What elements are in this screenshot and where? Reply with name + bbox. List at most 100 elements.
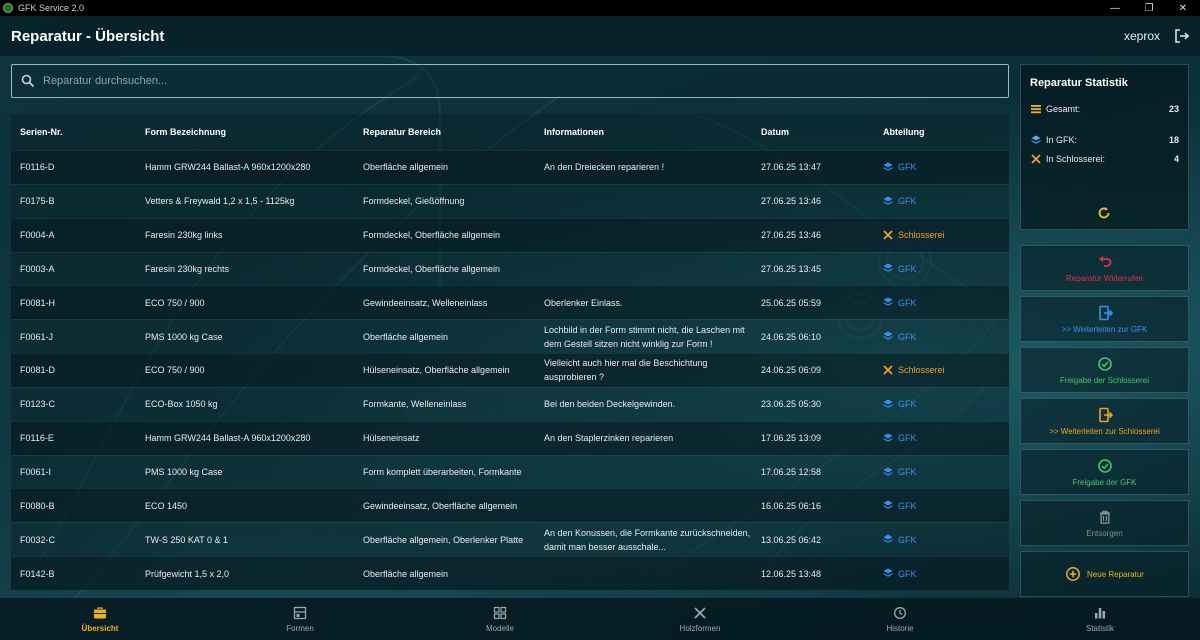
cell-info: An den Dreiecken reparieren ! (544, 162, 665, 173)
cell-area: Hülseneinsatz, Oberfläche allgemein (363, 365, 510, 376)
layers-icon (883, 433, 894, 444)
column-header-area[interactable]: Reparatur Bereich (354, 127, 535, 137)
cell-dept: GFK (875, 297, 989, 308)
table-row[interactable]: F0032-C TW-S 250 KAT 0 & 1 Oberfläche al… (11, 522, 1009, 556)
dept-label: Schlosserei (898, 365, 945, 376)
action-label: Freigabe der Schlosserei (1060, 375, 1149, 385)
undo-icon (1097, 254, 1113, 270)
cell-form: PMS 1000 kg Case (145, 331, 223, 342)
stats-title: Reparatur Statistik (1030, 77, 1128, 89)
tools-icon (1031, 154, 1041, 164)
release-schlosserei-button[interactable]: Freigabe der Schlosserei (1020, 347, 1189, 393)
table-row[interactable]: F0061-J PMS 1000 kg Case Oberfläche allg… (11, 319, 1009, 353)
cell-form: ECO 750 / 900 (145, 297, 205, 308)
cell-area: Formdeckel, Oberfläche allgemein (363, 230, 501, 241)
cell-date: 24.06.25 06:10 (761, 331, 822, 342)
window-titlebar: GFK Service 2.0 — ❐ ✕ (0, 0, 1200, 16)
dept-label: GFK (898, 162, 917, 173)
nav-label: Historie (886, 623, 914, 633)
table-row[interactable]: F0080-B ECO 1450 Gewindeeinsatz, Oberflä… (11, 488, 1009, 523)
column-header-serial[interactable]: Serien-Nr. (11, 127, 136, 137)
cell-date: 13.06.25 06:42 (761, 534, 822, 545)
logout-button[interactable] (1172, 26, 1192, 46)
action-label: Reparatur Widerrufen (1066, 273, 1143, 283)
cell-area: Gewindeeinsatz, Oberfläche allgemein (363, 500, 518, 511)
cell-serial: F0003-A (20, 263, 55, 274)
refresh-icon[interactable] (1097, 206, 1111, 220)
table-row[interactable]: F0116-D Hamm GRW244 Ballast-A 960x1200x2… (11, 150, 1009, 184)
cell-date: 17.06.25 12:58 (761, 467, 822, 478)
cell-area: Gewindeeinsatz, Welleneinlass (363, 297, 488, 308)
cell-info: Bei den beiden Deckelgewinden. (544, 399, 676, 410)
table-row[interactable]: F0123-C ECO-Box 1050 kg Formkante, Welle… (11, 386, 1009, 421)
models-icon (493, 606, 507, 620)
cell-area: Form komplett überarbeiten, Formkante (363, 467, 522, 478)
dept-label: GFK (898, 500, 917, 511)
column-header-form[interactable]: Form Bezeichnung (136, 127, 354, 137)
cell-dept: GFK (875, 331, 989, 342)
column-header-dept[interactable]: Abteilung (875, 127, 989, 137)
cell-date: 12.06.25 13:48 (761, 568, 822, 579)
cell-area: Oberfläche allgemein (363, 568, 449, 579)
table-row[interactable]: F0081-D ECO 750 / 900 Hülseneinsatz, Obe… (11, 353, 1009, 387)
nav-modelle[interactable]: Modelle (400, 598, 600, 640)
nav-uebersicht[interactable]: Übersicht (0, 598, 200, 640)
bottom-navigation: Übersicht Formen Modelle Holzformen Hist… (0, 598, 1200, 640)
cell-date: 25.06.25 05:59 (761, 297, 822, 308)
nav-historie[interactable]: Historie (800, 598, 1000, 640)
nav-holzformen[interactable]: Holzformen (600, 598, 800, 640)
cell-area: Oberfläche allgemein (363, 331, 449, 342)
dept-label: GFK (898, 399, 917, 410)
nav-formen[interactable]: Formen (200, 598, 400, 640)
bar-chart-icon (1093, 606, 1107, 620)
maximize-button[interactable]: ❐ (1132, 0, 1166, 16)
undo-repair-button[interactable]: Reparatur Widerrufen (1020, 245, 1189, 291)
table-row[interactable]: F0116-E Hamm GRW244 Ballast-A 960x1200x2… (11, 420, 1009, 455)
cell-area: Formkante, Welleneinlass (363, 399, 467, 410)
column-header-info[interactable]: Informationen (535, 125, 753, 139)
layers-icon (883, 263, 894, 274)
cell-serial: F0142-B (20, 568, 55, 579)
table-row[interactable]: F0175-B Vetters & Freywald 1,2 x 1,5 - 1… (11, 183, 1009, 218)
close-window-button[interactable]: ✕ (1166, 0, 1200, 16)
cell-dept: GFK (875, 500, 989, 511)
table-row[interactable]: F0142-B Prüfgewicht 1,5 x 2,0 Oberfläche… (11, 556, 1009, 590)
layers-icon (883, 399, 894, 410)
cell-dept: GFK (875, 399, 989, 410)
dept-label: GFK (898, 331, 917, 342)
nav-statistik[interactable]: Statistik (1000, 598, 1200, 640)
column-header-date[interactable]: Datum (753, 127, 875, 137)
nav-label: Übersicht (81, 623, 119, 633)
app-logo-icon (3, 3, 13, 13)
cell-serial: F0032-C (20, 534, 56, 545)
logout-icon (1175, 29, 1190, 43)
cell-serial: F0081-H (20, 297, 56, 308)
stat-gfk-value: 18 (1168, 135, 1179, 145)
table-row[interactable]: F0004-A Faresin 230kg links Formdeckel, … (11, 217, 1009, 252)
history-icon (893, 606, 907, 620)
table-row[interactable]: F0061-I PMS 1000 kg Case Form komplett ü… (11, 454, 1009, 489)
cell-dept: Schlosserei (875, 365, 989, 376)
cell-form: Prüfgewicht 1,5 x 2,0 (145, 568, 230, 579)
cell-dept: GFK (875, 433, 989, 444)
action-label: >> Weiterleiten zur GFK (1061, 324, 1148, 334)
table-row[interactable]: F0003-A Faresin 230kg rechts Formdeckel,… (11, 251, 1009, 286)
trash-icon (1097, 509, 1113, 525)
cell-form: ECO-Box 1050 kg (145, 399, 218, 410)
layers-icon (883, 500, 894, 511)
dispose-button[interactable]: Entsorgen (1020, 500, 1189, 546)
search-bar (11, 64, 1009, 98)
forward-schlosserei-button[interactable]: >> Weiterleiten zur Schlosserei (1020, 398, 1189, 444)
release-gfk-button[interactable]: Freigabe der GFK (1020, 449, 1189, 495)
layers-icon (883, 196, 894, 207)
table-row[interactable]: F0081-H ECO 750 / 900 Gewindeeinsatz, We… (11, 285, 1009, 320)
stats-panel: Reparatur Statistik Gesamt: 23 In GFK: 1… (1020, 64, 1189, 230)
dept-label: GFK (898, 534, 917, 545)
new-repair-button[interactable]: Neue Reparatur (1020, 551, 1189, 597)
cell-serial: F0061-I (20, 467, 52, 478)
cell-area: Formdeckel, Gießöffnung (363, 196, 465, 207)
search-input[interactable] (43, 75, 943, 87)
forward-gfk-button[interactable]: >> Weiterleiten zur GFK (1020, 296, 1189, 342)
minimize-button[interactable]: — (1098, 0, 1132, 16)
toolbox-icon (93, 606, 107, 620)
